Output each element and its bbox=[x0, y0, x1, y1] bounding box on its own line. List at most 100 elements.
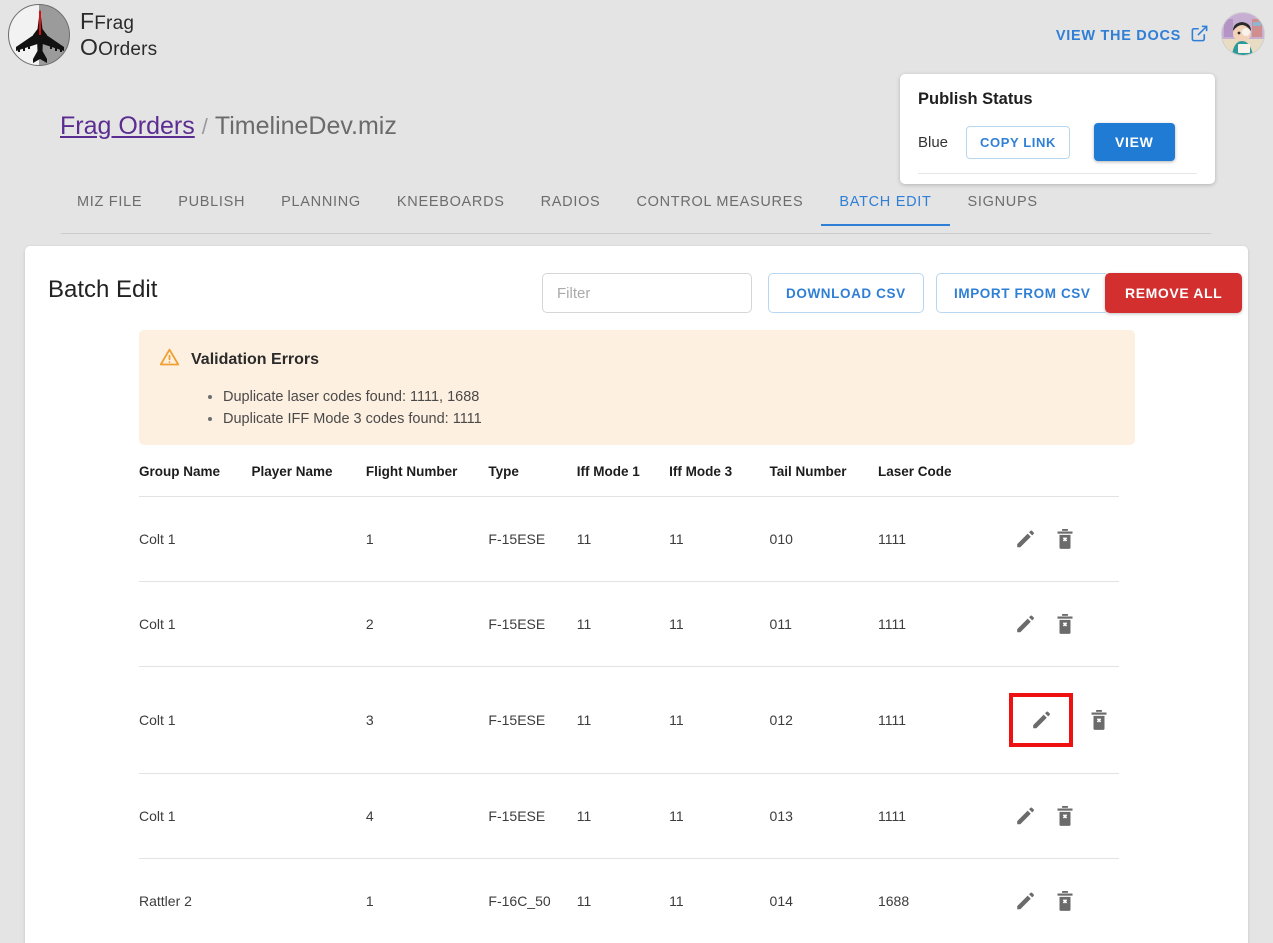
batch-edit-card: Batch Edit DOWNLOAD CSV IMPORT FROM CSV … bbox=[25, 246, 1248, 943]
docs-link-label: VIEW THE DOCS bbox=[1055, 27, 1181, 44]
trash-delete-icon[interactable] bbox=[1049, 800, 1081, 832]
column-header-iff-mode-1: Iff Mode 1 bbox=[576, 456, 670, 497]
pencil-icon[interactable] bbox=[1009, 885, 1041, 917]
cell-tail-number: 011 bbox=[769, 581, 878, 667]
view-button[interactable]: VIEW bbox=[1093, 123, 1175, 161]
avatar[interactable] bbox=[1221, 12, 1265, 56]
warning-triangle-icon bbox=[159, 347, 180, 373]
jet-aircraft-icon bbox=[8, 4, 70, 66]
download-csv-button[interactable]: DOWNLOAD CSV bbox=[768, 273, 924, 313]
trash-delete-icon[interactable] bbox=[1083, 704, 1115, 736]
validation-error-item: Duplicate IFF Mode 3 codes found: 1111 bbox=[223, 408, 1115, 430]
trash-delete-icon[interactable] bbox=[1049, 523, 1081, 555]
cell-type: F-16C_50 bbox=[488, 858, 577, 943]
table-row: Colt 1 3 F-15ESE 11 11 012 1111 bbox=[139, 666, 1119, 774]
pencil-icon[interactable] bbox=[1009, 608, 1041, 640]
cell-group-name: Colt 1 bbox=[139, 773, 252, 859]
view-the-docs-link[interactable]: VIEW THE DOCS bbox=[1056, 24, 1209, 47]
cell-actions bbox=[1008, 773, 1119, 859]
table-row: Colt 1 1 F-15ESE 11 11 010 1111 bbox=[139, 496, 1119, 582]
cell-iff-mode-1: 11 bbox=[576, 773, 670, 859]
cell-type: F-15ESE bbox=[488, 496, 577, 582]
cell-player-name bbox=[251, 581, 366, 667]
cell-tail-number: 013 bbox=[769, 773, 878, 859]
column-header-player-name: Player Name bbox=[251, 456, 366, 497]
pencil-icon[interactable] bbox=[1009, 800, 1041, 832]
cell-flight-number: 3 bbox=[365, 666, 489, 774]
remove-all-button[interactable]: REMOVE ALL bbox=[1105, 273, 1243, 313]
cell-laser-code: 1111 bbox=[877, 666, 1009, 774]
publish-status-card: Publish Status Blue COPY LINK VIEW bbox=[900, 74, 1215, 184]
cell-tail-number: 012 bbox=[769, 666, 878, 774]
cell-laser-code: 1111 bbox=[877, 581, 1009, 667]
cell-group-name: Colt 1 bbox=[139, 666, 252, 774]
brand-line1-first: F bbox=[80, 8, 95, 35]
cell-type: F-15ESE bbox=[488, 581, 577, 667]
cell-player-name bbox=[251, 496, 366, 582]
cell-group-name: Colt 1 bbox=[139, 496, 252, 582]
publish-status-row: Blue COPY LINK VIEW bbox=[918, 123, 1197, 174]
table-row: Colt 1 4 F-15ESE 11 11 013 1111 bbox=[139, 773, 1119, 859]
column-header-flight-number: Flight Number bbox=[365, 456, 489, 497]
tab-bar: MIZ FILE PUBLISH PLANNING KNEEBOARDS RADIOS C… bbox=[61, 190, 1211, 234]
app-root: FFrag OOrders VIEW THE DOCS Publish Stat… bbox=[0, 0, 1273, 943]
brand-line2-first: O bbox=[80, 34, 99, 60]
validation-header: Validation Errors bbox=[159, 347, 1115, 373]
tab-radios[interactable]: RADIOS bbox=[523, 190, 619, 226]
cell-group-name: Colt 1 bbox=[139, 581, 252, 667]
column-header-group-name: Group Name bbox=[139, 456, 252, 497]
import-from-csv-button[interactable]: IMPORT FROM CSV bbox=[936, 273, 1109, 313]
cell-player-name bbox=[251, 773, 366, 859]
cell-iff-mode-3: 11 bbox=[669, 666, 770, 774]
breadcrumb: Frag Orders / TimelineDev.miz bbox=[60, 112, 397, 141]
cell-iff-mode-1: 11 bbox=[576, 858, 670, 943]
tab-batch-edit[interactable]: BATCH EDIT bbox=[821, 190, 950, 226]
cell-group-name: Rattler 2 bbox=[139, 858, 252, 943]
brand-line2: Orders bbox=[98, 39, 158, 60]
cell-tail-number: 014 bbox=[769, 858, 878, 943]
cell-iff-mode-1: 11 bbox=[576, 496, 670, 582]
brand-line1: Frag bbox=[94, 13, 135, 35]
tab-miz-file[interactable]: MIZ FILE bbox=[61, 190, 160, 226]
breadcrumb-current: TimelineDev.miz bbox=[214, 112, 397, 140]
tab-planning[interactable]: PLANNING bbox=[263, 190, 379, 226]
copy-link-button[interactable]: COPY LINK bbox=[966, 125, 1070, 159]
cell-iff-mode-1: 11 bbox=[576, 581, 670, 667]
edit-highlight-box bbox=[1008, 693, 1073, 747]
cell-iff-mode-3: 11 bbox=[669, 496, 770, 582]
tab-signups[interactable]: SIGNUPS bbox=[950, 190, 1056, 226]
column-header-iff-mode-3: Iff Mode 3 bbox=[669, 456, 770, 497]
cell-iff-mode-3: 11 bbox=[669, 581, 770, 667]
tab-kneeboards[interactable]: KNEEBOARDS bbox=[379, 190, 523, 226]
cell-player-name bbox=[251, 666, 366, 774]
cell-iff-mode-3: 11 bbox=[669, 773, 770, 859]
cell-flight-number: 2 bbox=[365, 581, 489, 667]
column-header-laser-code: Laser Code bbox=[877, 456, 1009, 497]
cell-player-name bbox=[251, 858, 366, 943]
table-row: Colt 1 2 F-15ESE 11 11 011 1111 bbox=[139, 581, 1119, 667]
trash-delete-icon[interactable] bbox=[1049, 608, 1081, 640]
filter-input[interactable] bbox=[542, 273, 752, 313]
cell-laser-code: 1688 bbox=[877, 858, 1009, 943]
breadcrumb-root-link[interactable]: Frag Orders bbox=[60, 112, 195, 141]
table-header-row: Group Name Player Name Flight Number Type If… bbox=[139, 456, 1119, 497]
toolbar: Batch Edit DOWNLOAD CSV IMPORT FROM CSV … bbox=[25, 246, 1248, 336]
column-header-tail-number: Tail Number bbox=[769, 456, 878, 497]
cell-type: F-15ESE bbox=[488, 666, 577, 774]
cell-iff-mode-3: 11 bbox=[669, 858, 770, 943]
pencil-icon[interactable] bbox=[1009, 523, 1041, 555]
validation-title: Validation Errors bbox=[191, 351, 320, 368]
cell-actions bbox=[1008, 496, 1119, 582]
tab-publish[interactable]: PUBLISH bbox=[160, 190, 263, 226]
cell-flight-number: 1 bbox=[365, 858, 489, 943]
pencil-icon[interactable] bbox=[1025, 704, 1057, 736]
tab-control-measures[interactable]: CONTROL MEASURES bbox=[618, 190, 821, 226]
cell-actions bbox=[1008, 858, 1119, 943]
batch-edit-table: Group Name Player Name Flight Number Type If… bbox=[139, 456, 1119, 943]
trash-delete-icon[interactable] bbox=[1049, 885, 1081, 917]
cell-type: F-15ESE bbox=[488, 773, 577, 859]
column-header-type: Type bbox=[488, 456, 577, 497]
external-link-icon bbox=[1190, 24, 1209, 47]
cell-flight-number: 4 bbox=[365, 773, 489, 859]
brand[interactable]: FFrag OOrders bbox=[8, 4, 157, 66]
